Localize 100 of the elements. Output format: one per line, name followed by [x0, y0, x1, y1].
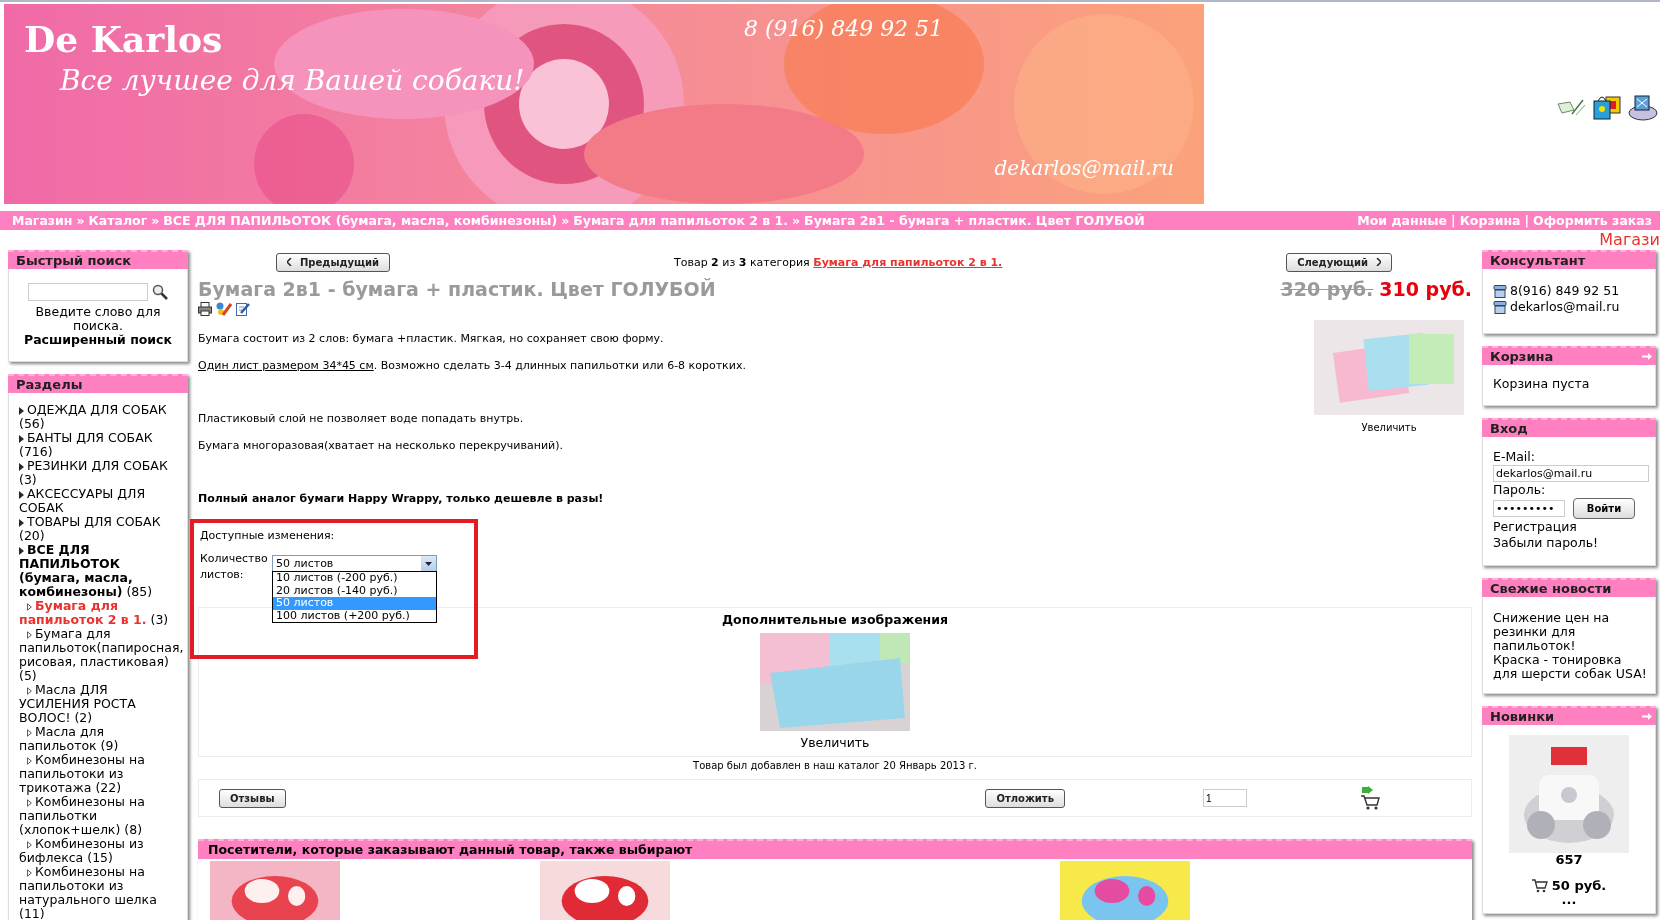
triangle-icon — [19, 462, 24, 471]
panel-title: Разделы — [16, 377, 83, 392]
add-to-cart-icon[interactable] — [1359, 786, 1381, 810]
password-field[interactable]: ••••••••• — [1493, 500, 1565, 517]
hollow-triangle-icon — [27, 686, 32, 695]
category-link[interactable]: Бумага для папильоток(папиросная, рисовая, пластиковая) (5) — [19, 627, 181, 683]
section-title: Дополнительные изображения — [721, 612, 949, 627]
caret-icon — [425, 561, 432, 566]
more-indicator: ... — [1560, 893, 1577, 907]
category-link[interactable]: Комбинезоны на папильотоки из трикотажа (22) — [19, 753, 181, 795]
dropdown-option[interactable]: 20 листов (-140 руб.) — [273, 584, 436, 597]
consultant-phone: 8(916) 849 92 51 — [1510, 283, 1620, 299]
category-link[interactable]: БАНТЫ ДЛЯ СОБАК (716) — [19, 431, 181, 459]
options-title: Доступные изменения: — [200, 529, 335, 542]
category-link[interactable]: Масла ДЛЯ УСИЛЕНИЯ РОСТА ВОЛОС! (2) — [19, 683, 181, 725]
login-button[interactable]: Войти — [1573, 498, 1635, 519]
field-label: Пароль: — [1493, 482, 1546, 497]
product-name: 657 — [1554, 853, 1584, 867]
product-price: 50 руб. — [1551, 879, 1607, 893]
quantity-field[interactable]: 1 — [1203, 789, 1247, 807]
hollow-triangle-icon — [27, 602, 32, 611]
hollow-triangle-icon — [27, 840, 32, 849]
category-link[interactable]: Комбинезоны на папильотоки из натурального шелка (11) — [19, 865, 181, 920]
triangle-icon — [19, 406, 24, 415]
separator: » — [561, 213, 570, 228]
phone-icon — [1493, 284, 1507, 298]
previous-button[interactable]: Предыдущий — [276, 252, 391, 272]
panel-title: Консультант — [1490, 253, 1586, 268]
panel-title: Быстрый поиск — [16, 253, 132, 268]
search-field[interactable] — [28, 283, 148, 301]
description-text: Полный аналог бумаги Happy Wrappy, только дешевле в разы! — [198, 492, 605, 505]
search-hint: Введите слово для поиска. — [35, 304, 161, 333]
separator: | — [1524, 213, 1530, 228]
panel-title: Новинки — [1490, 709, 1555, 724]
logo: De Karlos — [24, 18, 223, 60]
edit-icon[interactable] — [236, 302, 250, 316]
category-link[interactable]: Комбинезоны на папильотки (хлопок+шелк) (8) — [19, 795, 181, 837]
description-text: Пластиковый слой не позволяет воде попадать внутрь. — [198, 412, 525, 425]
pencil-icon[interactable] — [216, 302, 232, 316]
separator: » — [792, 213, 801, 228]
news-link[interactable]: Снижение цен на резинки для папильоток! — [1493, 611, 1647, 653]
account-link[interactable]: Регистрация — [1493, 519, 1647, 535]
cart-icon[interactable] — [1531, 879, 1548, 893]
enlarge-link[interactable]: Увеличить — [1361, 422, 1417, 433]
wishlist-button[interactable]: Отложить — [985, 788, 1065, 808]
separator: » — [151, 213, 160, 228]
category-link[interactable]: Бумага для папильоток 2 в 1. (3) — [19, 599, 181, 627]
field-label: E-Mail: — [1493, 449, 1535, 464]
phone-number: 8 (916) 849 92 51 — [744, 16, 944, 41]
search-icon[interactable] — [152, 284, 168, 300]
panel-title: Свежие новости — [1490, 581, 1612, 596]
triangle-icon — [19, 490, 24, 499]
category-link[interactable]: АКСЕССУАРЫ ДЛЯ СОБАК — [19, 487, 181, 515]
option-label: Количество листов: — [200, 551, 268, 583]
chevron-right-icon — [1376, 258, 1381, 266]
category-link[interactable]: ОДЕЖДА ДЛЯ СОБАК (56) — [19, 403, 181, 431]
category-link[interactable]: Комбинезоны из бифлекса (15) — [19, 837, 181, 865]
dropdown-option[interactable]: 10 листов (-200 руб.) — [273, 572, 436, 585]
enlarge-link[interactable]: Увеличить — [800, 735, 870, 750]
advanced-search-link[interactable]: Расширенный поиск — [24, 332, 172, 347]
triangle-icon — [19, 434, 24, 443]
hollow-triangle-icon — [27, 756, 32, 765]
account-link[interactable]: Забыли пароль! — [1493, 535, 1647, 551]
cart-status: Корзина пуста — [1493, 376, 1590, 391]
next-button[interactable]: Следующий — [1286, 252, 1392, 272]
reviews-button[interactable]: Отзывы — [219, 788, 286, 808]
news-link[interactable]: Краска - тонировка для шерсти собак USA! — [1493, 653, 1647, 681]
hollow-triangle-icon — [27, 798, 32, 807]
email-field[interactable]: dekarlos@mail.ru — [1493, 465, 1649, 482]
separator: » — [76, 213, 85, 228]
panel-title: Вход — [1490, 421, 1528, 436]
size-link[interactable]: Один лист размером 34*45 см — [198, 359, 374, 372]
panel-title: Корзина — [1490, 349, 1554, 364]
hollow-triangle-icon — [27, 630, 32, 639]
separator: | — [1451, 213, 1456, 228]
phone-icon — [1493, 300, 1507, 314]
marquee-text: Магази — [1599, 232, 1660, 248]
dropdown-option[interactable]: 100 листов (+200 руб.) — [273, 609, 436, 622]
section-title: Посетители, которые заказывают данный товар, также выбирают — [198, 839, 1472, 859]
consultant-email: dekarlos@mail.ru — [1510, 299, 1620, 315]
category-link[interactable]: РЕЗИНКИ ДЛЯ СОБАК (3) — [19, 459, 181, 487]
email-address: dekarlos@mail.ru — [994, 156, 1174, 180]
hollow-triangle-icon — [27, 868, 32, 877]
description-text: Бумага многоразовая(хватает на несколько перекручиваний). — [198, 439, 565, 452]
category-link[interactable]: ТОВАРЫ ДЛЯ СОБАК (20) — [19, 515, 181, 543]
product-title: Бумага 2в1 - бумага + пластик. Цвет ГОЛУБОЙ — [198, 278, 716, 300]
description-text: Бумага состоит из 2 слов: бумага +пластик. Мягкая, но сохраняет свою форму. — [198, 332, 665, 345]
chevron-left-icon — [287, 258, 292, 266]
category-link[interactable]: ВСЕ ДЛЯ ПАПИЛЬОТОК (бумага, масла, комбинезоны) (85) — [19, 543, 181, 599]
category-link[interactable]: Масла для папильоток (9) — [19, 725, 181, 753]
product-position: Товар 2 из 3 категория Бумага для папильоток 2 в 1. — [673, 255, 1003, 269]
triangle-icon — [19, 518, 24, 527]
description-text: Один лист размером 34*45 см. Возможно сделать 3-4 длинных папильотки или 6-8 коротких. — [198, 359, 746, 372]
hollow-triangle-icon — [27, 728, 32, 737]
triangle-icon — [19, 546, 24, 555]
old-price: 320 руб. — [1280, 278, 1374, 300]
print-icon[interactable] — [198, 302, 212, 316]
price: 310 руб. — [1379, 278, 1472, 300]
slogan: Все лучшее для Вашей собаки! — [60, 64, 525, 97]
category-link[interactable]: Бумага для папильоток 2 в 1. — [813, 255, 1003, 269]
